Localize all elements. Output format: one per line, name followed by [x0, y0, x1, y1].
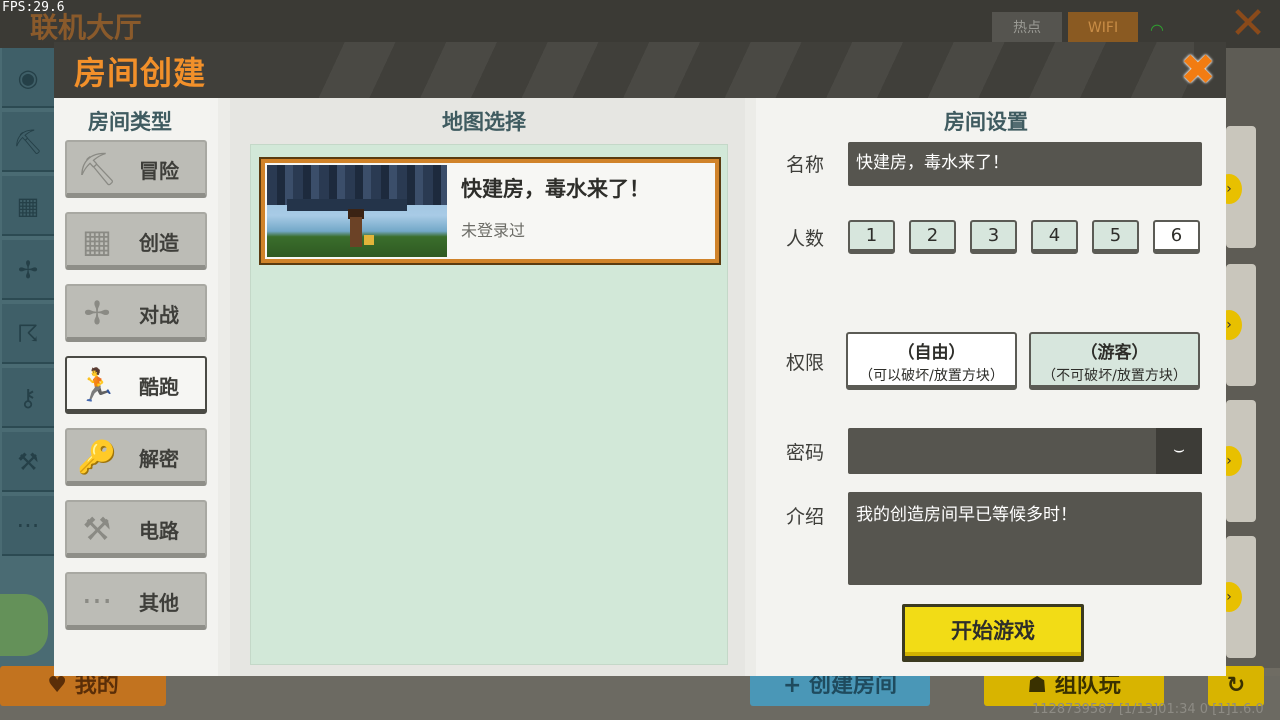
map-thumbnail [267, 165, 447, 257]
room-type-button[interactable]: ▦ 创造 [65, 212, 207, 270]
player-count-option[interactable]: 3 [970, 220, 1017, 254]
android-float-icon[interactable] [0, 594, 48, 656]
lobby-footer-text: 1128739587 [1/13]01:34 0 [1]1.6.0 [1032, 702, 1264, 717]
map-select-header: 地图选择 [442, 110, 526, 134]
team-play-label: 组队玩 [1054, 673, 1121, 698]
lobby-sidebar-item[interactable]: ✢ [2, 240, 54, 300]
password-input[interactable]: ⌣ [848, 428, 1202, 474]
room-type-label: 酷跑 [139, 375, 179, 399]
plus-icon: + [782, 673, 810, 698]
player-count-option[interactable]: 6 [1153, 220, 1200, 254]
player-count-option[interactable]: 4 [1031, 220, 1078, 254]
player-count-option[interactable]: 5 [1092, 220, 1139, 254]
map-card[interactable]: 快建房，毒水来了！ 未登录过 [259, 157, 721, 265]
close-icon[interactable]: ✖ [1176, 48, 1220, 92]
room-type-label: 其他 [139, 591, 179, 615]
start-game-button[interactable]: 开始游戏 [902, 604, 1084, 662]
room-create-dialog: 房间创建 ✖ 房间类型 ⛏ 冒险 ▦ 创造 ✢ 对战 🏃 酷跑 🔑 解密 ⚒ 电路 ··· 其他 地图选择… [54, 42, 1226, 676]
dialog-header: 房间创建 ✖ [54, 42, 1226, 98]
pickaxe-icon: ⛏ [76, 150, 118, 188]
lobby-sidebar-item[interactable]: ▦ [2, 176, 54, 236]
thumbnail-block [364, 235, 374, 245]
permission-guest-title: （游客） [1080, 343, 1149, 363]
room-type-button[interactable]: ✢ 对战 [65, 284, 207, 342]
player-count-option[interactable]: 2 [909, 220, 956, 254]
room-type-panel: 房间类型 ⛏ 冒险 ▦ 创造 ✢ 对战 🏃 酷跑 🔑 解密 ⚒ 电路 ··· 其他 [54, 98, 218, 676]
player-count-label: 人数 [786, 228, 825, 250]
lobby-sidebar-item[interactable]: ☈ [2, 304, 54, 364]
room-settings-panel: 房间设置 名称 快建房，毒水来了！ 人数 123456 权限 （自由） （可以破… [756, 98, 1226, 676]
intro-label: 介绍 [786, 506, 825, 528]
room-type-label: 对战 [139, 303, 179, 327]
heart-icon: ♥ [47, 673, 75, 698]
intro-textarea[interactable]: 我的创造房间早已等候多时！ [848, 492, 1202, 585]
map-list: 快建房，毒水来了！ 未登录过 [250, 144, 728, 665]
permission-free-button[interactable]: （自由） （可以破坏/放置方块） [846, 332, 1017, 390]
lobby-close-icon[interactable]: ✕ [1226, 2, 1270, 48]
runner-icon: 🏃 [77, 366, 117, 404]
wifi-signal-icon: ◠ [1150, 20, 1164, 39]
room-type-button[interactable]: 🏃 酷跑 [65, 356, 207, 414]
permission-free-desc: （可以破坏/放置方块） [859, 368, 1004, 384]
create-room-label: 创建房间 [809, 673, 898, 698]
permission-guest-button[interactable]: （游客） （不可破坏/放置方块） [1029, 332, 1200, 390]
crossbow-icon: ✢ [83, 294, 111, 332]
tab-wifi[interactable]: WIFI [1068, 12, 1138, 44]
header-stripes [294, 42, 1194, 98]
room-type-button[interactable]: ··· 其他 [65, 572, 207, 630]
refresh-icon: ↻ [1226, 673, 1246, 698]
room-type-label: 电路 [139, 519, 179, 543]
room-type-label: 冒险 [139, 159, 179, 183]
room-type-label: 创造 [139, 231, 179, 255]
room-settings-header: 房间设置 [944, 110, 1028, 134]
tab-hotspot[interactable]: 热点 [992, 12, 1062, 44]
map-status: 未登录过 [461, 221, 526, 240]
room-type-button[interactable]: 🔑 解密 [65, 428, 207, 486]
room-type-button[interactable]: ⛏ 冒险 [65, 140, 207, 198]
thumbnail-character [350, 217, 362, 247]
lobby-sidebar-item[interactable]: ⚒ [2, 432, 54, 492]
dialog-title: 房间创建 [74, 54, 207, 92]
more-icon: ··· [81, 582, 113, 620]
room-type-button[interactable]: ⚒ 电路 [65, 500, 207, 558]
lobby-sidebar-item[interactable]: ⛏ [2, 112, 54, 172]
lobby-sidebar-item[interactable]: ◉ [2, 48, 54, 108]
map-name: 快建房，毒水来了！ [461, 177, 650, 201]
permission-label: 权限 [786, 352, 825, 374]
thumbnail-sky-blocks [287, 199, 407, 211]
team-icon: ☗ [1027, 673, 1055, 698]
name-label: 名称 [786, 154, 825, 176]
room-name-input[interactable]: 快建房，毒水来了！ [848, 142, 1202, 186]
password-label: 密码 [786, 442, 825, 464]
map-select-panel: 地图选择 快建房，毒水来了！ 未登录过 [230, 98, 745, 676]
lobby-sidebar-item[interactable]: ⚷ [2, 368, 54, 428]
permission-guest-desc: （不可破坏/放置方块） [1042, 368, 1187, 384]
eye-closed-icon[interactable]: ⌣ [1156, 428, 1202, 474]
tools-icon: ⚒ [82, 510, 112, 548]
fps-counter: FPS:29.6 [2, 0, 65, 15]
permission-free-title: （自由） [897, 343, 966, 363]
player-count-option[interactable]: 1 [848, 220, 895, 254]
my-button-label: 我的 [74, 673, 119, 698]
block-icon: ▦ [81, 222, 113, 260]
key-icon: 🔑 [77, 438, 117, 476]
room-type-label: 解密 [139, 447, 179, 471]
room-type-header: 房间类型 [88, 110, 172, 134]
lobby-sidebar-item[interactable]: ··· [2, 496, 54, 556]
